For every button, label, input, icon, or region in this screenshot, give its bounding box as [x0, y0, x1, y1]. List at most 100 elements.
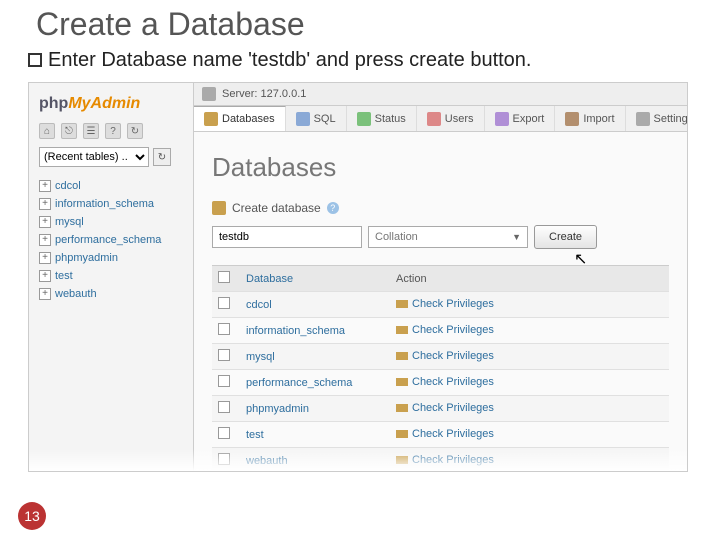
privileges-icon	[396, 326, 408, 334]
table-row: cdcol Check Privileges	[212, 291, 669, 317]
tree-label: phpmyadmin	[55, 252, 118, 264]
db-name-link[interactable]: performance_schema	[240, 372, 390, 394]
db-name-link[interactable]: test	[240, 424, 390, 446]
collation-select[interactable]: Collation ▼	[368, 226, 528, 248]
row-checkbox[interactable]	[218, 297, 230, 309]
tree-item[interactable]: +mysql	[37, 213, 185, 231]
check-privileges-link[interactable]: Check Privileges	[396, 350, 494, 362]
database-table: Database Action cdcol Check Privileges in…	[212, 265, 669, 472]
db-name-link[interactable]: information_schema	[240, 320, 390, 342]
expander-icon[interactable]: +	[39, 270, 51, 282]
table-row: test Check Privileges	[212, 421, 669, 447]
col-action: Action	[390, 268, 433, 290]
tab-settings[interactable]: Settings	[626, 106, 688, 131]
tab-label: Users	[445, 113, 474, 125]
slide-instruction: Enter Database name 'testdb' and press c…	[0, 45, 720, 82]
refresh-icon[interactable]: ↻	[153, 148, 171, 166]
expander-icon[interactable]: +	[39, 198, 51, 210]
reload-icon[interactable]: ↻	[127, 123, 143, 139]
row-checkbox[interactable]	[218, 349, 230, 361]
expander-icon[interactable]: +	[39, 288, 51, 300]
row-checkbox[interactable]	[218, 453, 230, 465]
sidebar: phpMyAdmin ⌂ ⎋ ☰ ? ↻ (Recent tables) .. …	[29, 83, 194, 471]
db-name-link[interactable]: webauth	[240, 450, 390, 472]
privileges-icon	[396, 430, 408, 438]
priv-label: Check Privileges	[412, 428, 494, 440]
check-privileges-link[interactable]: Check Privileges	[396, 428, 494, 440]
tab-users[interactable]: Users	[417, 106, 485, 131]
export-icon	[495, 112, 509, 126]
tab-label: Export	[513, 113, 545, 125]
database-icon	[212, 201, 226, 215]
logout-icon[interactable]: ⎋	[61, 123, 77, 139]
row-checkbox[interactable]	[218, 375, 230, 387]
tree-label: webauth	[55, 288, 97, 300]
main-panel: Server: 127.0.0.1 Databases SQL Status U…	[194, 83, 687, 471]
priv-label: Check Privileges	[412, 324, 494, 336]
tree-item[interactable]: + phpmyadmin	[37, 249, 185, 267]
tab-label: Databases	[222, 113, 275, 125]
priv-label: Check Privileges	[412, 350, 494, 362]
check-privileges-link[interactable]: Check Privileges	[396, 402, 494, 414]
table-row: webauth Check Privileges	[212, 447, 669, 472]
check-privileges-link[interactable]: Check Privileges	[396, 298, 494, 310]
db-name-link[interactable]: mysql	[240, 346, 390, 368]
settings-icon	[636, 112, 650, 126]
phpmyadmin-logo: phpMyAdmin	[39, 95, 183, 113]
row-checkbox[interactable]	[218, 401, 230, 413]
server-icon	[202, 87, 216, 101]
sidebar-toolbar: ⌂ ⎋ ☰ ? ↻	[39, 123, 183, 139]
tree-label: cdcol	[55, 180, 81, 192]
priv-label: Check Privileges	[412, 376, 494, 388]
collation-placeholder: Collation	[375, 231, 418, 243]
tree-item[interactable]: + cdcol	[37, 177, 185, 195]
tab-status[interactable]: Status	[347, 106, 417, 131]
tree-label: test	[55, 270, 73, 282]
tree-item[interactable]: + test	[37, 267, 185, 285]
expander-icon[interactable]: +	[39, 180, 51, 192]
users-icon	[427, 112, 441, 126]
tab-label: Status	[375, 113, 406, 125]
privileges-icon	[396, 404, 408, 412]
create-db-label-row: Create database ?	[212, 201, 669, 215]
create-button[interactable]: Create	[534, 225, 597, 249]
tab-import[interactable]: Import	[555, 106, 625, 131]
recent-tables-select[interactable]: (Recent tables) ..	[39, 147, 149, 167]
db-name-link[interactable]: phpmyadmin	[240, 398, 390, 420]
expander-icon[interactable]: +	[39, 252, 51, 264]
tree-item[interactable]: +performance_schema	[37, 231, 185, 249]
row-checkbox[interactable]	[218, 323, 230, 335]
check-privileges-link[interactable]: Check Privileges	[396, 324, 494, 336]
tab-databases[interactable]: Databases	[194, 106, 286, 131]
import-icon	[565, 112, 579, 126]
privileges-icon	[396, 378, 408, 386]
table-header: Database Action	[212, 266, 669, 291]
dbname-input[interactable]	[212, 226, 362, 248]
create-db-form: Collation ▼ Create ↖	[212, 225, 669, 249]
db-tree: + cdcol + information_schema +mysql +perfo…	[37, 177, 185, 303]
tab-export[interactable]: Export	[485, 106, 556, 131]
page-number-badge: 13	[18, 502, 46, 530]
check-privileges-link[interactable]: Check Privileges	[396, 376, 494, 388]
expander-icon[interactable]: +	[39, 216, 51, 228]
tree-item[interactable]: + webauth	[37, 285, 185, 303]
expander-icon[interactable]: +	[39, 234, 51, 246]
server-label: Server: 127.0.0.1	[222, 88, 306, 100]
row-checkbox[interactable]	[218, 427, 230, 439]
tree-label: information_schema	[55, 198, 154, 210]
query-icon[interactable]: ☰	[83, 123, 99, 139]
help-icon[interactable]: ?	[327, 202, 339, 214]
database-icon	[204, 112, 218, 126]
db-name-link[interactable]: cdcol	[240, 294, 390, 316]
slide-title: Create a Database	[0, 0, 720, 45]
select-all-checkbox[interactable]	[218, 271, 230, 283]
privileges-icon	[396, 300, 408, 308]
tab-sql[interactable]: SQL	[286, 106, 347, 131]
tree-item[interactable]: + information_schema	[37, 195, 185, 213]
check-privileges-link[interactable]: Check Privileges	[396, 454, 494, 466]
priv-label: Check Privileges	[412, 454, 494, 466]
home-icon[interactable]: ⌂	[39, 123, 55, 139]
sql-icon	[296, 112, 310, 126]
priv-label: Check Privileges	[412, 298, 494, 310]
docs-icon[interactable]: ?	[105, 123, 121, 139]
